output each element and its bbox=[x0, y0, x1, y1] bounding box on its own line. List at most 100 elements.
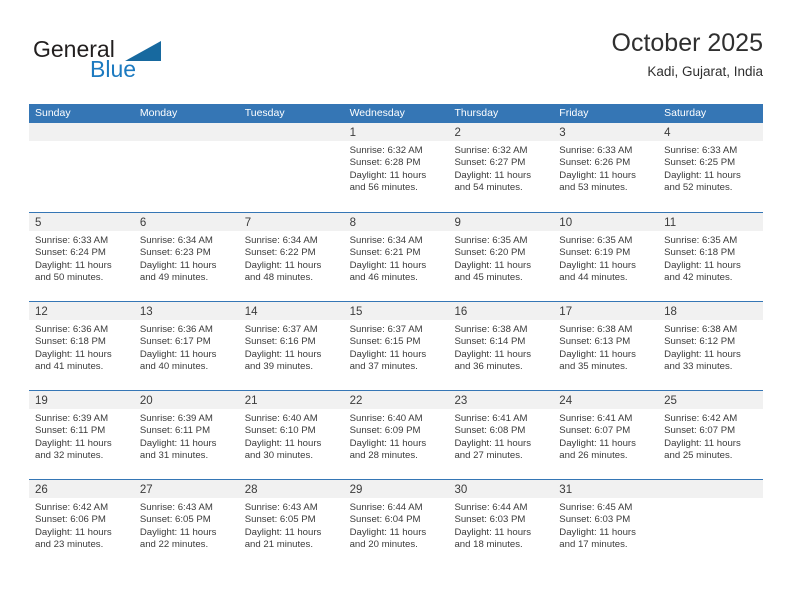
calendar-day-cell[interactable]: 12 Sunrise: 6:36 AM Sunset: 6:18 PM Dayligh… bbox=[29, 302, 134, 390]
day-details: Sunrise: 6:34 AM Sunset: 6:23 PM Daylight:… bbox=[134, 231, 239, 285]
day-detail-line: Sunset: 6:25 PM bbox=[664, 157, 736, 169]
calendar-day-cell[interactable]: 5 Sunrise: 6:33 AM Sunset: 6:24 PM Daylight… bbox=[29, 213, 134, 301]
calendar-day-cell[interactable]: 11 Sunrise: 6:35 AM Sunset: 6:18 PM Dayligh… bbox=[658, 213, 764, 301]
day-detail-line: Daylight: 11 hours bbox=[559, 348, 636, 360]
day-detail-line: Daylight: 11 hours bbox=[664, 259, 741, 271]
day-detail-line: and 21 minutes. bbox=[244, 539, 313, 551]
day-detail-line: Sunset: 6:15 PM bbox=[349, 336, 421, 348]
day-number: 23 bbox=[454, 395, 468, 407]
day-number-band: 10 bbox=[553, 213, 659, 231]
day-detail-line: Sunrise: 6:35 AM bbox=[559, 235, 633, 246]
day-number-band: 5 bbox=[29, 213, 134, 231]
day-number-band: 29 bbox=[343, 480, 449, 498]
day-detail-line: Sunrise: 6:41 AM bbox=[559, 413, 633, 424]
day-detail-line: Sunrise: 6:42 AM bbox=[664, 413, 738, 424]
day-detail-line: Sunrise: 6:45 AM bbox=[559, 502, 633, 513]
day-number: 10 bbox=[559, 217, 573, 229]
day-number: 26 bbox=[35, 484, 48, 496]
day-detail-line: and 25 minutes. bbox=[664, 450, 733, 462]
brand-logo[interactable]: General Blue bbox=[29, 28, 259, 90]
calendar-day-cell[interactable]: 25 Sunrise: 6:42 AM Sunset: 6:07 PM Dayligh… bbox=[658, 391, 764, 479]
day-number-band: 16 bbox=[448, 302, 554, 320]
calendar-day-cell[interactable]: 17 Sunrise: 6:38 AM Sunset: 6:13 PM Dayligh… bbox=[553, 302, 659, 390]
calendar-day-cell[interactable]: 10 Sunrise: 6:35 AM Sunset: 6:19 PM Dayligh… bbox=[553, 213, 659, 301]
day-number-band: 13 bbox=[133, 302, 239, 320]
day-number-band: 17 bbox=[553, 302, 659, 320]
calendar-page: General Blue October 2025 Kadi, Gujarat,… bbox=[0, 0, 792, 612]
calendar-day-cell[interactable]: 29 Sunrise: 6:44 AM Sunset: 6:04 PM Dayligh… bbox=[343, 480, 449, 568]
day-number-band: 12 bbox=[29, 302, 134, 320]
day-detail-line: Sunset: 6:06 PM bbox=[35, 514, 106, 526]
day-detail-line: Sunrise: 6:34 AM bbox=[244, 235, 318, 246]
day-detail-line: Daylight: 11 hours bbox=[664, 348, 741, 360]
calendar-day-cell[interactable]: 1 Sunrise: 6:32 AM Sunset: 6:28 PM Daylight… bbox=[343, 123, 449, 212]
day-detail-line: and 36 minutes. bbox=[454, 361, 523, 373]
day-detail-line: Sunrise: 6:33 AM bbox=[664, 145, 738, 156]
day-detail-line: Daylight: 11 hours bbox=[454, 169, 532, 181]
calendar-day-cell[interactable]: 13 Sunrise: 6:36 AM Sunset: 6:17 PM Dayligh… bbox=[133, 302, 239, 390]
day-detail-line: and 56 minutes. bbox=[349, 182, 418, 194]
day-details: Sunrise: 6:33 AM Sunset: 6:24 PM Daylight:… bbox=[29, 231, 134, 285]
day-detail-line: Sunset: 6:12 PM bbox=[664, 336, 736, 348]
calendar-day-cell[interactable]: 24 Sunrise: 6:41 AM Sunset: 6:07 PM Dayligh… bbox=[553, 391, 659, 479]
day-detail-line: Daylight: 11 hours bbox=[559, 259, 636, 271]
day-number: 6 bbox=[139, 217, 147, 229]
day-details: Sunrise: 6:34 AM Sunset: 6:21 PM Daylight:… bbox=[344, 231, 449, 285]
calendar-day-cell[interactable]: 2 Sunrise: 6:32 AM Sunset: 6:27 PM Daylight… bbox=[448, 123, 554, 212]
calendar-day-cell[interactable]: 26 Sunrise: 6:42 AM Sunset: 6:06 PM Dayligh… bbox=[29, 480, 134, 568]
day-detail-line: and 41 minutes. bbox=[35, 361, 104, 373]
day-details: Sunrise: 6:37 AM Sunset: 6:15 PM Daylight:… bbox=[344, 320, 449, 374]
calendar-week-row: 26 Sunrise: 6:42 AM Sunset: 6:06 PM Dayligh… bbox=[29, 479, 764, 568]
day-detail-line: Daylight: 11 hours bbox=[349, 437, 427, 449]
calendar-day-cell[interactable]: 20 Sunrise: 6:39 AM Sunset: 6:11 PM Dayligh… bbox=[133, 391, 239, 479]
calendar-day-cell[interactable]: 8 Sunrise: 6:34 AM Sunset: 6:21 PM Daylight… bbox=[343, 213, 449, 301]
calendar-day-cell[interactable]: 14 Sunrise: 6:37 AM Sunset: 6:16 PM Dayligh… bbox=[238, 302, 344, 390]
day-detail-line: and 54 minutes. bbox=[454, 182, 523, 194]
day-detail-line: Sunrise: 6:33 AM bbox=[559, 145, 633, 156]
day-detail-line: and 27 minutes. bbox=[454, 450, 523, 462]
day-detail-line: Sunrise: 6:38 AM bbox=[664, 324, 738, 335]
calendar-day-cell[interactable]: 15 Sunrise: 6:37 AM Sunset: 6:15 PM Dayligh… bbox=[343, 302, 449, 390]
calendar-day-cell[interactable]: 6 Sunrise: 6:34 AM Sunset: 6:23 PM Daylight… bbox=[133, 213, 239, 301]
day-number: 11 bbox=[664, 217, 677, 229]
calendar-day-cell[interactable]: 21 Sunrise: 6:40 AM Sunset: 6:10 PM Dayligh… bbox=[238, 391, 344, 479]
calendar-day-cell[interactable]: 28 Sunrise: 6:43 AM Sunset: 6:05 PM Dayligh… bbox=[238, 480, 344, 568]
day-detail-line: Daylight: 11 hours bbox=[139, 259, 217, 271]
day-number-band: 23 bbox=[448, 391, 554, 409]
calendar-day-cell[interactable]: 22 Sunrise: 6:40 AM Sunset: 6:09 PM Dayligh… bbox=[343, 391, 449, 479]
calendar-day-cell[interactable]: 18 Sunrise: 6:38 AM Sunset: 6:12 PM Dayligh… bbox=[658, 302, 764, 390]
brand-name-blue: Blue bbox=[90, 56, 137, 82]
day-detail-line: and 33 minutes. bbox=[664, 361, 733, 373]
calendar-day-cell[interactable]: 4 Sunrise: 6:33 AM Sunset: 6:25 PM Daylight… bbox=[658, 123, 764, 212]
calendar-day-cell[interactable]: 30 Sunrise: 6:44 AM Sunset: 6:03 PM Dayligh… bbox=[448, 480, 554, 568]
calendar-day-cell[interactable]: 19 Sunrise: 6:39 AM Sunset: 6:11 PM Dayligh… bbox=[29, 391, 134, 479]
day-detail-line: Sunset: 6:28 PM bbox=[349, 157, 421, 169]
calendar-day-cell[interactable]: 3 Sunrise: 6:33 AM Sunset: 6:26 PM Daylight… bbox=[553, 123, 659, 212]
day-details: Sunrise: 6:35 AM Sunset: 6:18 PM Daylight:… bbox=[658, 231, 763, 285]
day-detail-line: and 18 minutes. bbox=[454, 539, 523, 551]
calendar-day-cell[interactable]: 16 Sunrise: 6:38 AM Sunset: 6:14 PM Dayligh… bbox=[448, 302, 554, 390]
day-details bbox=[239, 141, 344, 145]
day-detail-line: Daylight: 11 hours bbox=[244, 259, 322, 271]
day-details: Sunrise: 6:42 AM Sunset: 6:06 PM Daylight:… bbox=[29, 498, 134, 552]
day-number-band: 14 bbox=[238, 302, 344, 320]
calendar-day-cell[interactable]: 7 Sunrise: 6:34 AM Sunset: 6:22 PM Daylight… bbox=[238, 213, 344, 301]
calendar-day-cell[interactable]: 31 Sunrise: 6:45 AM Sunset: 6:03 PM Dayligh… bbox=[553, 480, 659, 568]
day-detail-line: Sunset: 6:08 PM bbox=[454, 425, 526, 437]
day-number-band: 22 bbox=[343, 391, 449, 409]
calendar-weeks: 1 Sunrise: 6:32 AM Sunset: 6:28 PM Daylight… bbox=[29, 123, 764, 568]
day-details: Sunrise: 6:36 AM Sunset: 6:17 PM Daylight:… bbox=[134, 320, 239, 374]
calendar-day-cell[interactable]: 9 Sunrise: 6:35 AM Sunset: 6:20 PM Daylight… bbox=[448, 213, 554, 301]
day-number-band bbox=[133, 123, 239, 141]
calendar-day-cell[interactable]: 27 Sunrise: 6:43 AM Sunset: 6:05 PM Dayligh… bbox=[133, 480, 239, 568]
day-details bbox=[134, 141, 239, 145]
day-detail-line: and 20 minutes. bbox=[349, 539, 418, 551]
day-number-band: 31 bbox=[553, 480, 659, 498]
calendar-day-cell[interactable]: 23 Sunrise: 6:41 AM Sunset: 6:08 PM Dayligh… bbox=[448, 391, 554, 479]
day-number-band: 8 bbox=[343, 213, 449, 231]
day-detail-line: Sunrise: 6:34 AM bbox=[139, 235, 213, 246]
day-detail-line: Sunrise: 6:39 AM bbox=[35, 413, 109, 424]
day-number-band bbox=[29, 123, 134, 141]
day-detail-line: Daylight: 11 hours bbox=[349, 259, 427, 271]
day-number: 9 bbox=[454, 217, 461, 229]
